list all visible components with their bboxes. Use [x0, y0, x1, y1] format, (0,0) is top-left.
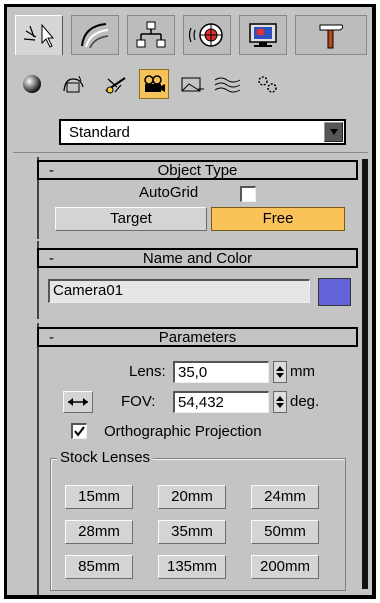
scrollbar-thumb[interactable]: [362, 159, 368, 589]
lens-200mm-button[interactable]: 200mm: [251, 555, 319, 579]
lens-85mm-button[interactable]: 85mm: [65, 555, 133, 579]
systems-icon: [258, 76, 277, 93]
orthographic-label: Orthographic Projection: [104, 423, 262, 440]
lens-spinner[interactable]: [273, 361, 287, 383]
rollout-header-name-and-color[interactable]: - Name and Color: [37, 248, 358, 268]
spin-up-icon: [276, 366, 284, 371]
category-cameras[interactable]: [139, 69, 169, 99]
fov-spinner[interactable]: [273, 391, 287, 413]
object-category-icons: [17, 69, 367, 99]
rollout-title: Name and Color: [142, 250, 253, 267]
outer-frame: Standard - Object Type AutoGrid Target F…: [4, 4, 376, 599]
free-camera-button[interactable]: Free: [211, 207, 345, 231]
orthographic-checkbox[interactable]: [71, 423, 87, 439]
arrow-pointer-icon: [23, 23, 55, 48]
modify-curve-icon: [81, 23, 109, 49]
lens-15mm-button[interactable]: 15mm: [65, 485, 133, 509]
target-camera-button[interactable]: Target: [55, 207, 207, 231]
chevron-down-icon: [329, 129, 338, 135]
lights-icon: [105, 77, 126, 94]
rollout-title: Parameters: [158, 329, 237, 346]
space-warps-icon: [214, 77, 241, 93]
spin-down-icon: [276, 403, 284, 408]
tab-hierarchy[interactable]: [127, 15, 175, 55]
category-helpers[interactable]: [177, 69, 207, 99]
shapes-icon: [63, 75, 84, 93]
autogrid-checkbox[interactable]: [240, 186, 256, 202]
horizontal-arrows-icon: [68, 398, 88, 406]
geometry-sphere-icon: [23, 75, 41, 93]
rollout-header-parameters[interactable]: - Parameters: [37, 327, 358, 347]
stock-lenses-title: Stock Lenses: [57, 449, 154, 466]
tab-utilities[interactable]: [295, 15, 367, 55]
fov-input[interactable]: 54,432: [173, 391, 269, 413]
spin-up-icon: [276, 396, 284, 401]
lens-input[interactable]: 35,0: [173, 361, 269, 383]
rollout-title: Object Type: [157, 162, 238, 179]
divider: [13, 152, 368, 153]
lens-24mm-button[interactable]: 24mm: [251, 485, 319, 509]
rollout-header-object-type[interactable]: - Object Type: [37, 160, 358, 180]
display-monitor-icon: [249, 23, 277, 47]
command-panel: Standard - Object Type AutoGrid Target F…: [7, 7, 372, 595]
tab-create[interactable]: [15, 15, 63, 55]
tab-display[interactable]: [239, 15, 287, 55]
tab-motion[interactable]: [183, 15, 231, 55]
cameras-icon: [144, 75, 165, 92]
tab-modify[interactable]: [71, 15, 119, 55]
rollout-parameters: - Parameters Lens: 35,0 mm FOV: 54,432 d…: [25, 323, 358, 595]
category-systems[interactable]: [253, 69, 283, 99]
category-dropdown[interactable]: Standard: [59, 119, 346, 145]
category-space-warps[interactable]: [213, 69, 243, 99]
lens-20mm-button[interactable]: 20mm: [158, 485, 226, 509]
utilities-hammer-icon: [319, 24, 344, 49]
rollout-edge: [37, 323, 39, 595]
lens-50mm-button[interactable]: 50mm: [251, 520, 319, 544]
helpers-icon: [181, 77, 204, 92]
object-color-swatch[interactable]: [318, 278, 351, 306]
fov-unit: deg.: [290, 393, 320, 410]
dropdown-value: Standard: [69, 124, 130, 141]
category-lights[interactable]: [101, 69, 131, 99]
lens-label: Lens:: [129, 363, 166, 380]
lens-unit: mm: [290, 363, 315, 380]
lens-28mm-button[interactable]: 28mm: [65, 520, 133, 544]
lens-35mm-button[interactable]: 35mm: [158, 520, 226, 544]
autogrid-label: AutoGrid: [139, 184, 199, 201]
dropdown-button[interactable]: [324, 122, 343, 142]
spin-down-icon: [276, 373, 284, 378]
fov-label: FOV:: [121, 393, 156, 410]
hierarchy-icon: [136, 21, 166, 48]
category-geometry[interactable]: [17, 69, 47, 99]
motion-icon: [188, 23, 223, 47]
lens-135mm-button[interactable]: 135mm: [158, 555, 226, 579]
category-shapes[interactable]: [59, 69, 89, 99]
object-name-field[interactable]: Camera01: [48, 279, 310, 303]
command-panel-tabs: [15, 15, 367, 57]
checkmark-icon: [74, 426, 85, 437]
rollout-object-type: - Object Type AutoGrid Target Free: [25, 157, 358, 239]
rollout-name-and-color: - Name and Color Camera01: [25, 241, 358, 319]
fov-direction-button[interactable]: [63, 391, 93, 413]
